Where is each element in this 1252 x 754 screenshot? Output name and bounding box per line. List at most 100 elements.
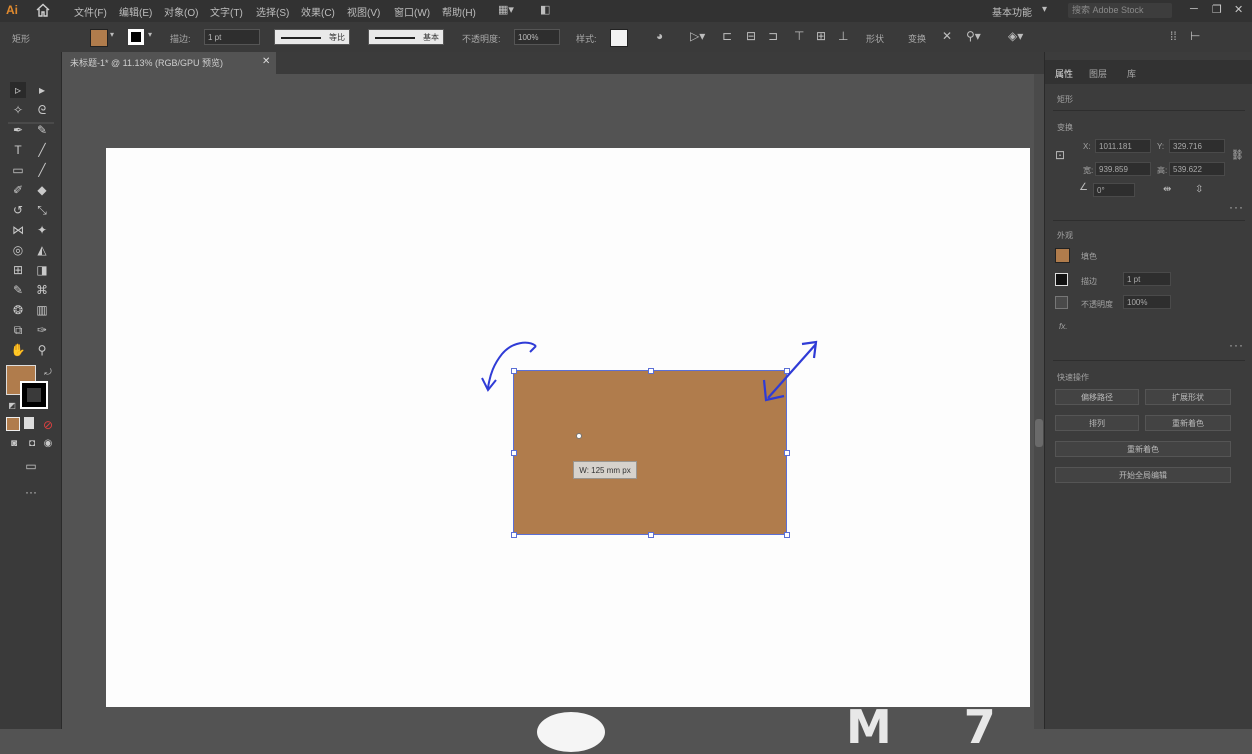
restore-button[interactable]: ❐ bbox=[1212, 3, 1222, 16]
resize-handle-left[interactable] bbox=[511, 450, 517, 456]
color-mode-icon[interactable] bbox=[6, 417, 20, 431]
height-field[interactable]: 539.622 bbox=[1169, 162, 1225, 176]
more-options-icon[interactable]: ··· bbox=[1229, 338, 1244, 352]
recolor-icon[interactable]: ◕ bbox=[656, 29, 663, 43]
menu-window[interactable]: 窗口(W) bbox=[394, 4, 430, 19]
eyedropper-tool-icon[interactable]: ✎ bbox=[10, 282, 26, 298]
graph-tool-icon[interactable]: ▥ bbox=[34, 302, 50, 318]
graphic-style-swatch[interactable] bbox=[610, 29, 628, 47]
tab-layers[interactable]: 图层 bbox=[1089, 67, 1107, 80]
lasso-tool-icon[interactable]: ᘓ bbox=[34, 102, 50, 118]
panel-stroke-swatch[interactable] bbox=[1055, 273, 1068, 286]
stroke-weight-field[interactable]: 1 pt bbox=[1123, 272, 1171, 286]
stock-search-input[interactable]: 搜索 Adobe Stock bbox=[1068, 3, 1172, 18]
gradient-mode-icon[interactable] bbox=[24, 417, 34, 429]
y-field[interactable]: 329.716 bbox=[1169, 139, 1225, 153]
x-field[interactable]: 1011.181 bbox=[1095, 139, 1151, 153]
menu-effect[interactable]: 效果(C) bbox=[301, 4, 335, 19]
brush-definition[interactable]: 基本 bbox=[368, 29, 444, 45]
stroke-color-box[interactable] bbox=[20, 381, 48, 409]
chevron-down-icon[interactable]: ▾ bbox=[148, 30, 152, 39]
more-options-icon[interactable]: ··· bbox=[1229, 200, 1244, 214]
panel-menu-icon[interactable]: ⊢ bbox=[1190, 29, 1200, 43]
width-field[interactable]: 939.859 bbox=[1095, 162, 1151, 176]
menu-edit[interactable]: 编辑(E) bbox=[119, 4, 152, 19]
expand-shape-button[interactable]: 扩展形状 bbox=[1145, 389, 1231, 405]
zoom-tool-icon[interactable]: ⚲ bbox=[34, 342, 50, 358]
panel-fill-swatch[interactable] bbox=[1055, 248, 1070, 263]
minimize-button[interactable]: ─ bbox=[1190, 3, 1198, 15]
perspective-grid-tool-icon[interactable]: ◭ bbox=[34, 242, 50, 258]
shape-label[interactable]: 形状 bbox=[866, 32, 884, 45]
edit-toolbar-icon[interactable]: ··· bbox=[22, 484, 40, 500]
chevron-down-icon[interactable]: ▾ bbox=[110, 30, 114, 39]
align-left-icon[interactable]: ⊏ bbox=[722, 29, 732, 43]
shaper-tool-icon[interactable]: ✐ bbox=[10, 182, 26, 198]
align-middle-icon[interactable]: ⊞ bbox=[816, 29, 826, 43]
resize-handle-top[interactable] bbox=[648, 368, 654, 374]
symbol-sprayer-tool-icon[interactable]: ❂ bbox=[10, 302, 26, 318]
menu-view[interactable]: 视图(V) bbox=[347, 4, 380, 19]
align-bottom-icon[interactable]: ⊥ bbox=[838, 29, 848, 43]
blend-tool-icon[interactable]: ⌘ bbox=[34, 282, 50, 298]
width-tool-icon[interactable]: ⋈ bbox=[10, 222, 26, 238]
pen-tool-icon[interactable]: ✒ bbox=[10, 122, 26, 138]
stroke-swatch[interactable] bbox=[128, 29, 144, 45]
opacity-field[interactable]: 100% bbox=[514, 29, 560, 45]
mesh-tool-icon[interactable]: ⊞ bbox=[10, 262, 26, 278]
gpu-icon[interactable]: ◧ bbox=[540, 3, 550, 16]
fx-icon[interactable]: fx. bbox=[1059, 322, 1067, 331]
arrange-documents-icon[interactable]: ▦▾ bbox=[498, 3, 514, 16]
resize-handle-right[interactable] bbox=[784, 450, 790, 456]
start-global-edit-button[interactable]: 开始全局编辑 bbox=[1055, 467, 1231, 483]
align-center-icon[interactable]: ⊟ bbox=[746, 29, 756, 43]
selection-tool-icon[interactable]: ▹ bbox=[10, 82, 26, 98]
variable-width-profile[interactable]: 等比 bbox=[274, 29, 350, 45]
puppet-warp-icon[interactable]: ⚲▾ bbox=[966, 29, 981, 43]
resize-handle-bottom-left[interactable] bbox=[511, 532, 517, 538]
swap-fill-stroke-icon[interactable]: ⤾ bbox=[40, 364, 56, 380]
menu-select[interactable]: 选择(S) bbox=[256, 4, 289, 19]
line-tool-icon[interactable]: ╱ bbox=[34, 142, 50, 158]
rotate-tool-icon[interactable]: ↺ bbox=[10, 202, 26, 218]
scale-tool-icon[interactable]: ⤡ bbox=[34, 202, 50, 218]
rename-button[interactable]: 重新着色 bbox=[1055, 441, 1231, 457]
slice-tool-icon[interactable]: ✑ bbox=[34, 322, 50, 338]
default-colors-icon[interactable]: ◩ bbox=[4, 398, 20, 414]
flip-vertical-icon[interactable]: ⇳ bbox=[1195, 184, 1203, 195]
artboard-tool-icon[interactable]: ⧉ bbox=[10, 322, 26, 338]
document-tab[interactable]: 未标题-1* @ 11.13% (RGB/GPU 预览) bbox=[62, 52, 276, 74]
gradient-tool-icon[interactable]: ◨ bbox=[34, 262, 50, 278]
chevron-down-icon[interactable]: ▾ bbox=[1042, 4, 1047, 15]
shape-builder-tool-icon[interactable]: ◎ bbox=[10, 242, 26, 258]
screen-mode-icon[interactable]: ▭ bbox=[20, 458, 42, 474]
home-icon[interactable] bbox=[36, 3, 50, 17]
tab-properties[interactable]: 属性 bbox=[1055, 67, 1073, 80]
type-tool-icon[interactable]: T bbox=[10, 142, 26, 158]
scrollbar-thumb[interactable] bbox=[1035, 419, 1043, 447]
curvature-tool-icon[interactable]: ✎ bbox=[34, 122, 50, 138]
tab-libraries[interactable]: 库 bbox=[1127, 67, 1136, 80]
draw-inside-icon[interactable]: ◉ bbox=[40, 436, 56, 452]
hand-tool-icon[interactable]: ✋ bbox=[10, 342, 26, 358]
offset-path-button[interactable]: 偏移路径 bbox=[1055, 389, 1139, 405]
menu-file[interactable]: 文件(F) bbox=[74, 4, 107, 19]
align-top-icon[interactable]: ⊤ bbox=[794, 29, 804, 43]
align-right-icon[interactable]: ⊐ bbox=[768, 29, 778, 43]
puppet-warp-tool-icon[interactable]: ✦ bbox=[34, 222, 50, 238]
vertical-scrollbar[interactable] bbox=[1034, 74, 1044, 729]
rectangle-tool-icon[interactable]: ▭ bbox=[10, 162, 26, 178]
transform-label[interactable]: 变换 bbox=[908, 32, 926, 45]
resize-handle-bottom[interactable] bbox=[648, 532, 654, 538]
fill-swatch[interactable] bbox=[90, 29, 108, 47]
close-button[interactable]: ✕ bbox=[1234, 3, 1243, 16]
stroke-weight-field[interactable]: 1 pt bbox=[204, 29, 260, 45]
menu-object[interactable]: 对象(O) bbox=[164, 4, 198, 19]
none-mode-icon[interactable]: ⊘ bbox=[40, 417, 56, 433]
close-tab-icon[interactable]: ✕ bbox=[262, 56, 270, 67]
paintbrush-tool-icon[interactable]: ╱ bbox=[34, 162, 50, 178]
direct-selection-tool-icon[interactable]: ▸ bbox=[34, 82, 50, 98]
eraser-tool-icon[interactable]: ◆ bbox=[34, 182, 50, 198]
envelope-icon[interactable]: ◈▾ bbox=[1008, 29, 1023, 43]
workspace-switcher[interactable]: 基本功能 bbox=[992, 4, 1032, 19]
